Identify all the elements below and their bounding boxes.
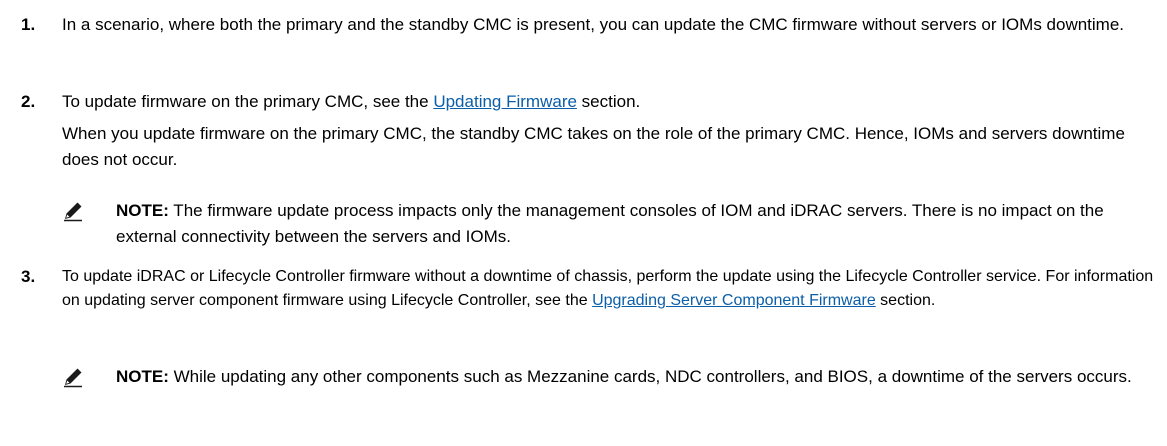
- step-text-after-link: section.: [576, 92, 641, 111]
- upgrading-server-component-firmware-link[interactable]: Upgrading Server Component Firmware: [592, 292, 876, 309]
- pencil-note-icon: [64, 368, 82, 388]
- step-text: In a scenario, where both the primary an…: [62, 15, 1125, 34]
- step-text: To update iDRAC or Lifecycle Controller …: [62, 265, 1157, 313]
- note-label: NOTE:: [116, 367, 169, 386]
- pencil-note-icon: [64, 202, 82, 222]
- step-number: 3.: [21, 267, 36, 286]
- note-body: While updating any other components such…: [168, 367, 1132, 386]
- step-detail: When you update firmware on the primary …: [62, 124, 1125, 169]
- note-body: The firmware update process impacts only…: [116, 201, 1104, 246]
- step-number: 1.: [21, 15, 36, 34]
- note-text: NOTE: The firmware update process impact…: [116, 198, 1156, 250]
- note-label: NOTE:: [116, 201, 169, 220]
- step-text-after-link: section.: [875, 292, 936, 309]
- updating-firmware-link[interactable]: Updating Firmware: [433, 92, 577, 111]
- step-text: To update firmware on the primary CMC, s…: [62, 89, 1157, 115]
- step-text-before-link: To update firmware on the primary CMC, s…: [62, 92, 434, 111]
- document: 1. In a scenario, where both the primary…: [0, 0, 1167, 446]
- note-text: NOTE: While updating any other component…: [116, 364, 1156, 390]
- step-number: 2.: [21, 92, 36, 111]
